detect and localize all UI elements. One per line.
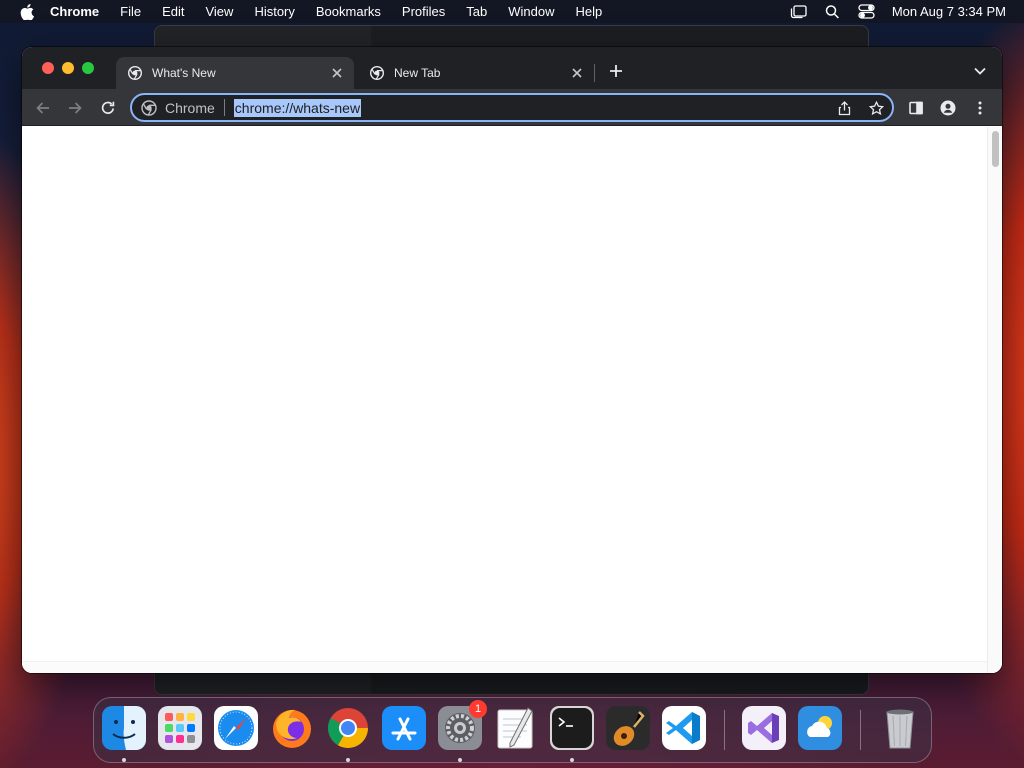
reload-icon (101, 101, 115, 114)
menu-help[interactable]: Help (576, 0, 603, 23)
new-tab-button[interactable] (606, 61, 626, 81)
browser-toolbar: Chrome chrome://whats-new (22, 89, 1002, 126)
weather-icon (798, 706, 842, 750)
dock-running-indicator (346, 758, 350, 762)
launchpad-icon (158, 706, 202, 750)
dock: 1 (93, 697, 932, 763)
menu-bookmarks[interactable]: Bookmarks (316, 0, 381, 23)
dock-app-firefox[interactable] (270, 706, 314, 750)
guitar-icon (606, 706, 650, 750)
visual-studio-icon (742, 706, 786, 750)
reload-button[interactable] (97, 97, 119, 119)
profile-button[interactable] (937, 97, 959, 119)
close-window-button[interactable] (42, 62, 54, 74)
tab-title: What's New (152, 66, 216, 80)
dock-app-app-store[interactable] (382, 706, 426, 750)
chrome-icon (328, 708, 368, 748)
dock-app-garageband[interactable] (606, 706, 650, 750)
trash-icon (886, 709, 914, 749)
tab-title: New Tab (394, 66, 441, 80)
menu-window[interactable]: Window (508, 0, 554, 23)
menu-bar: Chrome File Edit View History Bookmarks … (0, 0, 1024, 23)
side-panel-button[interactable] (905, 97, 927, 119)
dock-app-terminal[interactable] (550, 706, 594, 750)
dock-running-indicator (122, 758, 126, 762)
tab-close-icon[interactable] (328, 64, 346, 82)
forward-button[interactable] (64, 97, 86, 119)
dock-running-indicator (458, 758, 462, 762)
terminal-icon (550, 706, 594, 750)
menubar-clock[interactable]: Mon Aug 7 3:34 PM (892, 4, 1006, 19)
tab-whats-new[interactable]: What's New (116, 57, 354, 89)
dock-app-chrome[interactable] (326, 706, 370, 750)
menu-edit[interactable]: Edit (162, 0, 184, 23)
dock-divider (860, 710, 861, 750)
back-button[interactable] (32, 97, 54, 119)
tab-close-icon[interactable] (568, 64, 586, 82)
chevron-down-icon (974, 67, 986, 75)
vertical-scrollbar[interactable] (987, 127, 1002, 673)
dock-app-vscode[interactable] (662, 706, 706, 750)
apple-menu-icon[interactable] (18, 3, 36, 21)
omnibox-actions (822, 98, 886, 118)
share-button[interactable] (834, 98, 854, 118)
tab-strip: What's New New Tab (22, 47, 1002, 89)
omnibox-chip-label: Chrome (165, 99, 215, 116)
tab-search-button[interactable] (970, 61, 990, 81)
finder-icon (102, 706, 146, 750)
control-center-icon[interactable] (858, 3, 876, 21)
safari-icon (214, 706, 258, 750)
address-bar[interactable]: Chrome chrome://whats-new (130, 93, 894, 122)
profile-avatar-icon (940, 100, 956, 116)
dock-app-weather[interactable] (798, 706, 842, 750)
menu-file[interactable]: File (120, 0, 141, 23)
chrome-logo-icon[interactable] (141, 99, 157, 116)
more-vert-icon (978, 101, 982, 115)
app-store-icon (382, 706, 426, 750)
menu-extras: Mon Aug 7 3:34 PM (774, 0, 1006, 23)
stage-manager-icon[interactable] (790, 3, 808, 21)
share-icon (838, 100, 850, 115)
menu-profiles[interactable]: Profiles (402, 0, 445, 23)
url-text-selected[interactable]: chrome://whats-new (233, 98, 362, 117)
chrome-favicon-icon (128, 66, 142, 80)
arrow-right-icon (69, 102, 82, 114)
menu-tab[interactable]: Tab (466, 0, 487, 23)
dock-app-trash[interactable] (878, 706, 922, 750)
bookmark-star-button[interactable] (866, 98, 886, 118)
browser-window: What's New New Tab Chrome chrome://whats… (22, 47, 1002, 673)
scrollbar-thumb[interactable] (992, 131, 999, 167)
menu-view[interactable]: View (205, 0, 233, 23)
dock-app-textedit[interactable] (494, 706, 538, 750)
dock-app-finder[interactable] (102, 706, 146, 750)
menu-app-name[interactable]: Chrome (50, 0, 99, 23)
zoom-window-button[interactable] (82, 62, 94, 74)
chrome-favicon-icon (370, 66, 384, 80)
notification-badge: 1 (469, 700, 487, 718)
page-content[interactable] (22, 127, 1002, 673)
tab-new-tab[interactable]: New Tab (358, 57, 594, 89)
dock-app-visual-studio[interactable] (742, 706, 786, 750)
dock-app-system-settings[interactable]: 1 (438, 700, 487, 750)
star-icon (868, 100, 884, 115)
dock-app-launchpad[interactable] (158, 706, 202, 750)
vscode-icon (662, 706, 706, 750)
side-panel-icon (909, 101, 923, 115)
spotlight-search-icon[interactable] (824, 3, 842, 21)
chrome-menu-button[interactable] (969, 97, 991, 119)
dock-running-indicator (570, 758, 574, 762)
menu-history[interactable]: History (254, 0, 294, 23)
plus-icon (610, 65, 622, 77)
dock-divider (724, 710, 725, 750)
arrow-left-icon (36, 102, 49, 114)
firefox-icon (273, 709, 311, 748)
textedit-icon (497, 707, 533, 749)
minimize-window-button[interactable] (62, 62, 74, 74)
omnibox-divider (223, 99, 225, 116)
dock-app-safari[interactable] (214, 706, 258, 750)
horizontal-scrollbar[interactable] (22, 661, 987, 673)
tab-separator (594, 64, 595, 82)
